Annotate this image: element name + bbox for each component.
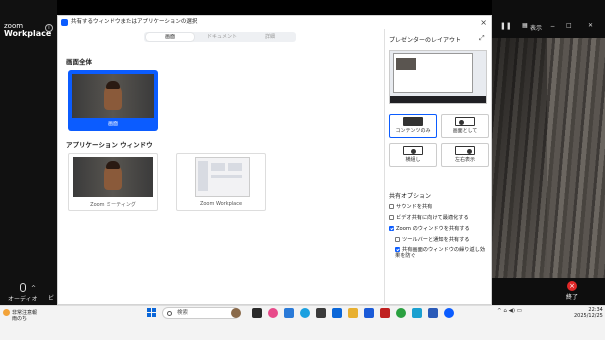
edge-icon[interactable]	[300, 308, 310, 318]
app-icon[interactable]	[380, 308, 390, 318]
layout-content-only[interactable]: コンテンツのみ	[389, 114, 437, 138]
app-zoom-meeting[interactable]: Zoom ミーティング	[68, 153, 158, 211]
chrome-icon[interactable]	[396, 308, 406, 318]
taskbar-search[interactable]: 検索	[162, 307, 240, 319]
weather-widget[interactable]: 非常注意報 雨のち	[3, 309, 37, 322]
checkbox[interactable]	[389, 215, 394, 220]
folder-icon[interactable]	[348, 308, 358, 318]
dialog-close-icon[interactable]: ×	[480, 16, 487, 29]
clock[interactable]: 22:34 2025/12/25	[574, 307, 603, 319]
microphone-icon	[19, 283, 26, 292]
grid-icon[interactable]: ▦	[522, 22, 528, 29]
end-button[interactable]: × 終了	[566, 281, 578, 301]
zoom-logo: zoom Workplace	[4, 22, 52, 38]
app-icon[interactable]	[268, 308, 278, 318]
section-entire-screen: 画面全体	[66, 58, 92, 66]
option-share-toolbar[interactable]: ツールバーと通知を共有する	[395, 236, 469, 243]
checkbox[interactable]	[389, 204, 394, 209]
tab-document[interactable]: ドキュメント	[198, 32, 246, 42]
app-icon[interactable]	[332, 308, 342, 318]
app-label: Zoom Workplace	[199, 201, 243, 207]
system-tray[interactable]: ^ ⌂ ◀) ▭	[497, 308, 522, 314]
share-options-title: 共有オプション	[389, 193, 432, 200]
app-thumbnail	[73, 157, 153, 197]
option-prevent-tunnel[interactable]: 共有画面のウィンドウの繰り返し効果を防ぐ	[395, 247, 487, 259]
windows-start-icon[interactable]	[147, 308, 157, 318]
zoom-icon	[61, 19, 68, 26]
zoom-taskbar-icon[interactable]	[444, 308, 454, 318]
participant-video	[492, 38, 605, 278]
app-icon[interactable]	[412, 308, 422, 318]
expand-icon[interactable]: ⤢	[479, 34, 485, 43]
app-thumbnail	[195, 157, 250, 197]
zoom-top-controls: ❚❚ ▦ 表示 − □ ✕	[492, 18, 605, 38]
video-button-label[interactable]: ビ	[48, 293, 54, 302]
app-icon[interactable]	[364, 308, 374, 318]
presenter-layout-title: プレゼンターのレイアウト	[389, 37, 462, 44]
layout-side-icon	[403, 146, 423, 155]
app-icon[interactable]	[428, 308, 438, 318]
option-optimize-video[interactable]: ビデオ共有に向けて最適化する	[389, 214, 469, 221]
screen-option[interactable]: 画面	[68, 70, 158, 131]
layout-split-icon	[455, 146, 475, 155]
option-share-zoom-window[interactable]: Zoom のウィンドウを共有する	[389, 225, 470, 232]
weather-icon	[3, 309, 10, 316]
tab-advanced[interactable]: 詳細	[246, 32, 294, 42]
end-icon: ×	[567, 281, 577, 291]
screen-label: 画面	[107, 121, 118, 127]
close-icon[interactable]: ✕	[588, 22, 593, 29]
taskbar: 非常注意報 雨のち 検索 ^ ⌂ ◀) ▭ 22:34 2025/12/25	[0, 305, 605, 340]
option-share-sound[interactable]: サウンドを共有	[389, 203, 432, 210]
layout-content-icon	[403, 117, 423, 126]
section-app-windows: アプリケーション ウィンドウ	[66, 141, 153, 149]
app-label: Zoom ミーティング	[90, 202, 136, 208]
layout-background[interactable]: 画面として	[441, 114, 489, 138]
share-tabs: 画面 ドキュメント 詳細	[144, 32, 296, 42]
info-icon[interactable]: i	[45, 24, 53, 32]
layout-person-icon	[455, 117, 475, 126]
minimize-icon[interactable]: −	[550, 23, 555, 30]
screen-thumbnail	[72, 74, 154, 118]
layout-side-by-side[interactable]: 左右表示	[441, 143, 489, 167]
dialog-titlebar: 共有するウィンドウまたはアプリケーションの選択 ×	[58, 16, 491, 29]
share-dialog: 共有するウィンドウまたはアプリケーションの選択 × 画面 ドキュメント 詳細 画…	[57, 15, 492, 305]
app-zoom-workplace[interactable]: Zoom Workplace	[176, 153, 266, 211]
dialog-title: 共有するウィンドウまたはアプリケーションの選択	[71, 19, 198, 25]
checkbox[interactable]	[395, 237, 400, 242]
app-icon[interactable]	[284, 308, 294, 318]
tab-screen[interactable]: 画面	[146, 33, 194, 41]
checkbox[interactable]	[389, 226, 394, 231]
maximize-icon[interactable]: □	[566, 22, 572, 29]
layout-side[interactable]: 横組し	[389, 143, 437, 167]
app-icon[interactable]	[316, 308, 326, 318]
pause-icon[interactable]: ❚❚	[500, 22, 512, 30]
app-icon[interactable]	[252, 308, 262, 318]
checkbox[interactable]	[395, 247, 400, 252]
layout-preview	[389, 50, 487, 104]
audio-options-caret[interactable]: ^	[31, 285, 36, 292]
zoom-meeting-right: ❚❚ ▦ 表示 − □ ✕ × 終了	[492, 0, 605, 305]
presenter-panel: プレゼンターのレイアウト ⤢ コンテンツのみ 画面として 横組し 左右表示 共有…	[384, 29, 492, 305]
zoom-meeting-left: zoom Workplace i オーディオ ^ ビ	[0, 0, 57, 305]
app-icon[interactable]	[231, 308, 241, 318]
view-label[interactable]: 表示	[530, 23, 542, 32]
